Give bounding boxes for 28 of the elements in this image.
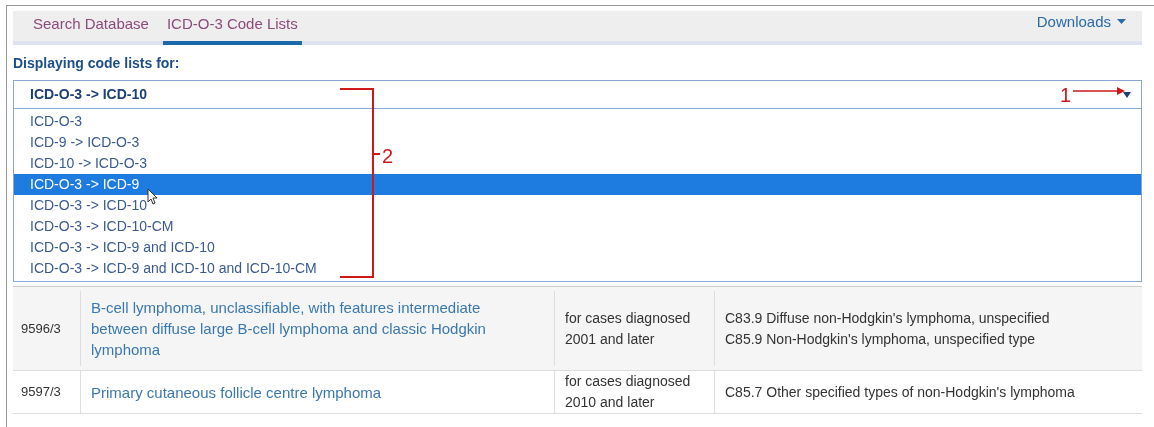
- pointer-cursor-icon: [147, 188, 159, 205]
- callout-label: 2: [382, 144, 394, 169]
- table-cell: for cases diagnosed 2010 and later: [555, 371, 715, 413]
- callout-arrow: [1073, 87, 1125, 95]
- dropdown-option[interactable]: ICD-O-3 -> ICD-10-CM: [14, 216, 178, 237]
- dropdown-option[interactable]: ICD-O-3 -> ICD-9: [14, 174, 1141, 195]
- dropdown-option[interactable]: ICD-10 -> ICD-O-3: [14, 153, 152, 174]
- dropdown-arrow-icon: [1123, 91, 1131, 98]
- callout-label: 1: [1060, 83, 1072, 108]
- caret-icon: [1117, 19, 1126, 25]
- term-link[interactable]: B-cell lymphoma, unclassifiable, with features intermediate between diffuse large B-cell lymphoma and classic Hodgkin lymphoma: [91, 297, 544, 360]
- select-label: Displaying code lists for:: [13, 54, 181, 73]
- icd10-code: C83.9 Diffuse non-Hodgkin's lymphoma, unspecified: [725, 308, 1051, 328]
- icd10-code: C85.9 Non-Hodgkin's lymphoma, unspecified type: [725, 329, 1037, 349]
- dropdown-option[interactable]: ICD-O-3 -> ICD-9 and ICD-10: [14, 237, 219, 258]
- downloads-menu[interactable]: Downloads: [1036, 10, 1126, 41]
- dropdown-option[interactable]: ICD-O-3: [14, 111, 87, 132]
- dropdown-option[interactable]: ICD-O-3 -> ICD-10: [14, 195, 152, 216]
- dropdown-option[interactable]: ICD-9 -> ICD-O-3: [14, 132, 144, 153]
- table-cell: 9597/3: [13, 371, 81, 413]
- selected-value: ICD-O-3 -> ICD-10: [30, 85, 148, 104]
- term-link[interactable]: Primary cutaneous follicle centre lymphoma: [91, 381, 402, 403]
- table-cell: 9596/3: [13, 291, 81, 366]
- table-cell: for cases diagnosed 2001 and later: [555, 291, 715, 366]
- tab[interactable]: ICD-O-3 Code Lists: [162, 12, 302, 45]
- icd10-code: C85.7 Other specified types of non-Hodgkin's lymphoma: [725, 382, 1076, 402]
- tab[interactable]: Search Database: [29, 12, 153, 45]
- dropdown-option[interactable]: ICD-O-3 -> ICD-9 and ICD-10 and ICD-10-CM: [14, 258, 321, 279]
